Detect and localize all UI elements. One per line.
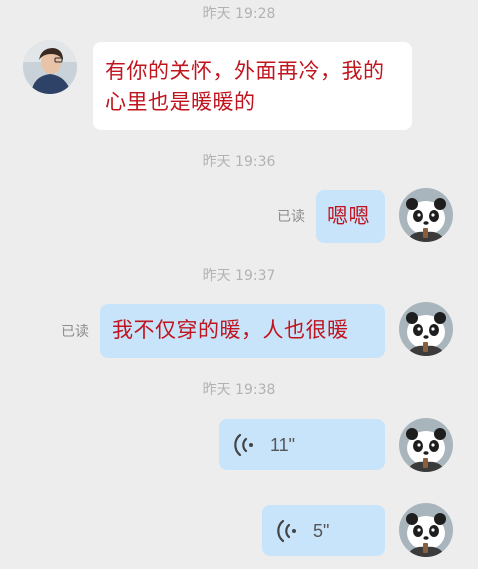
- timestamp: 昨天 19:38: [202, 382, 276, 398]
- voice-duration: 11": [270, 434, 296, 455]
- message-bubble-incoming[interactable]: 有你的关怀，外面再冷，我的心里也是暖暖的: [93, 42, 412, 130]
- voice-message: 11": [234, 432, 295, 458]
- read-receipt: 已读: [61, 324, 89, 340]
- voice-message-bubble[interactable]: 11": [219, 419, 385, 470]
- message-bubble-outgoing[interactable]: 我不仅穿的暖，人也很暖: [100, 304, 385, 358]
- message-text: 有你的关怀，外面再冷，我的心里也是暖暖的: [105, 59, 385, 114]
- read-receipt: 已读: [277, 209, 305, 225]
- contact-avatar[interactable]: [23, 40, 77, 94]
- panda-avatar[interactable]: [399, 302, 453, 356]
- voice-wave-icon: [234, 433, 253, 457]
- panda-avatar[interactable]: [399, 503, 453, 557]
- message-bubble-outgoing[interactable]: 嗯嗯: [316, 190, 385, 243]
- timestamp: 昨天 19:36: [202, 154, 276, 170]
- timestamp: 昨天 19:28: [202, 6, 276, 22]
- voice-message-bubble[interactable]: 5": [262, 505, 385, 556]
- voice-duration: 5": [313, 520, 330, 541]
- voice-message: 5": [277, 518, 329, 544]
- message-text: 嗯嗯: [327, 204, 370, 228]
- panda-avatar[interactable]: [399, 418, 453, 472]
- panda-avatar[interactable]: [399, 188, 453, 242]
- timestamp: 昨天 19:37: [202, 268, 276, 284]
- message-text: 我不仅穿的暖，人也很暖: [112, 318, 349, 342]
- voice-wave-icon: [277, 519, 296, 543]
